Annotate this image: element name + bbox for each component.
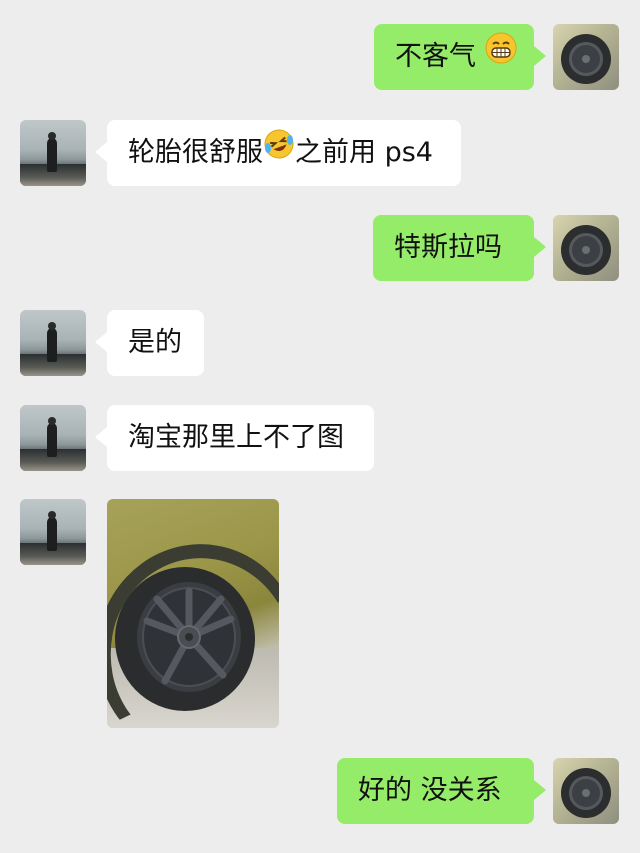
- self-avatar[interactable]: [553, 24, 619, 90]
- car-wheel-photo[interactable]: [107, 499, 279, 728]
- contact-avatar[interactable]: [20, 310, 86, 376]
- wheel-image-graphic: [115, 567, 255, 711]
- message-bubble-received[interactable]: 轮胎很舒服 之前用 ps4: [95, 119, 461, 186]
- message-bubble-sent[interactable]: 好的 没关系: [337, 758, 546, 824]
- message-bubble-received[interactable]: 淘宝那里上不了图: [95, 405, 374, 471]
- contact-avatar[interactable]: [20, 499, 86, 565]
- message-bubble-sent[interactable]: 不客气: [374, 23, 546, 90]
- message-bubble-sent[interactable]: 特斯拉吗: [373, 215, 546, 281]
- self-avatar[interactable]: [553, 758, 619, 824]
- crying-laughing-emoji-icon: [263, 119, 295, 185]
- message-text: 轮胎很舒服: [128, 137, 263, 168]
- message-text: 特斯拉吗: [394, 232, 502, 263]
- message-text: 是的: [128, 327, 182, 358]
- message-text: 之前用 ps4: [295, 137, 433, 168]
- chat-area: 不客气 轮胎很舒服 之前用 ps4 特斯拉吗 是的 淘宝那里上不了图 好的 没关…: [0, 0, 640, 853]
- contact-avatar[interactable]: [20, 120, 86, 186]
- message-text: 好的 没关系: [358, 775, 502, 806]
- message-bubble-received[interactable]: 是的: [95, 310, 204, 376]
- grinning-face-emoji-icon: [485, 23, 517, 89]
- self-avatar[interactable]: [553, 215, 619, 281]
- message-text: 不客气: [395, 41, 476, 72]
- message-text: 淘宝那里上不了图: [128, 422, 344, 453]
- contact-avatar[interactable]: [20, 405, 86, 471]
